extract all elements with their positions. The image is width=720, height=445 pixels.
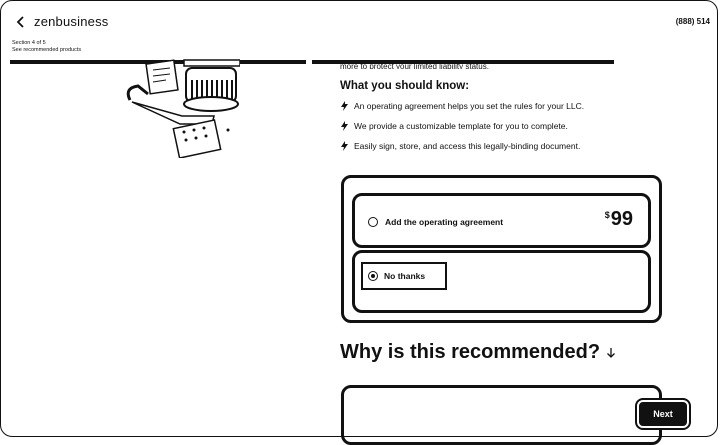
no-thanks-option[interactable]: No thanks	[352, 250, 651, 313]
benefit-item: Easily sign, store, and access this lega…	[340, 141, 580, 151]
brand-logo[interactable]: zenbusiness	[34, 14, 108, 29]
progress-divider	[306, 59, 312, 65]
benefit-item: An operating agreement helps you set the…	[340, 101, 584, 111]
section-progress-label: Section 4 of 5	[12, 40, 46, 46]
benefit-text: We provide a customizable template for y…	[354, 121, 568, 131]
section-subtitle: See recommended products	[12, 47, 82, 53]
price: $99	[605, 208, 633, 231]
benefit-item: We provide a customizable template for y…	[340, 121, 568, 131]
radio-add[interactable]	[368, 217, 378, 227]
next-button[interactable]: Next	[635, 398, 691, 430]
lightning-bolt-icon	[341, 121, 348, 131]
add-operating-agreement-option[interactable]: Add the operating agreement $99	[352, 193, 651, 248]
add-option-label: Add the operating agreement	[385, 217, 504, 227]
price-currency: $	[604, 210, 610, 220]
benefit-text: Easily sign, store, and access this lega…	[354, 141, 581, 151]
progress-bar	[10, 60, 614, 64]
radio-no-thanks[interactable]	[368, 271, 378, 281]
phone-number[interactable]: (888) 514	[676, 17, 710, 26]
know-heading: What you should know:	[340, 80, 470, 92]
why-recommended-toggle[interactable]: Why is this recommended?	[340, 341, 616, 364]
benefit-text: An operating agreement helps you set the…	[354, 101, 585, 111]
arrow-down-icon	[607, 347, 616, 358]
back-chevron-icon[interactable]	[14, 15, 28, 29]
lightning-bolt-icon	[341, 141, 348, 151]
document-illustration	[126, 59, 240, 158]
price-amount: 99	[610, 208, 633, 230]
why-heading: Why is this recommended?	[340, 341, 601, 363]
no-thanks-label: No thanks	[384, 271, 426, 281]
recommendation-detail-card	[341, 385, 662, 445]
truncated-description: more to protect your limited liability s…	[340, 62, 489, 69]
lightning-bolt-icon	[341, 101, 348, 111]
